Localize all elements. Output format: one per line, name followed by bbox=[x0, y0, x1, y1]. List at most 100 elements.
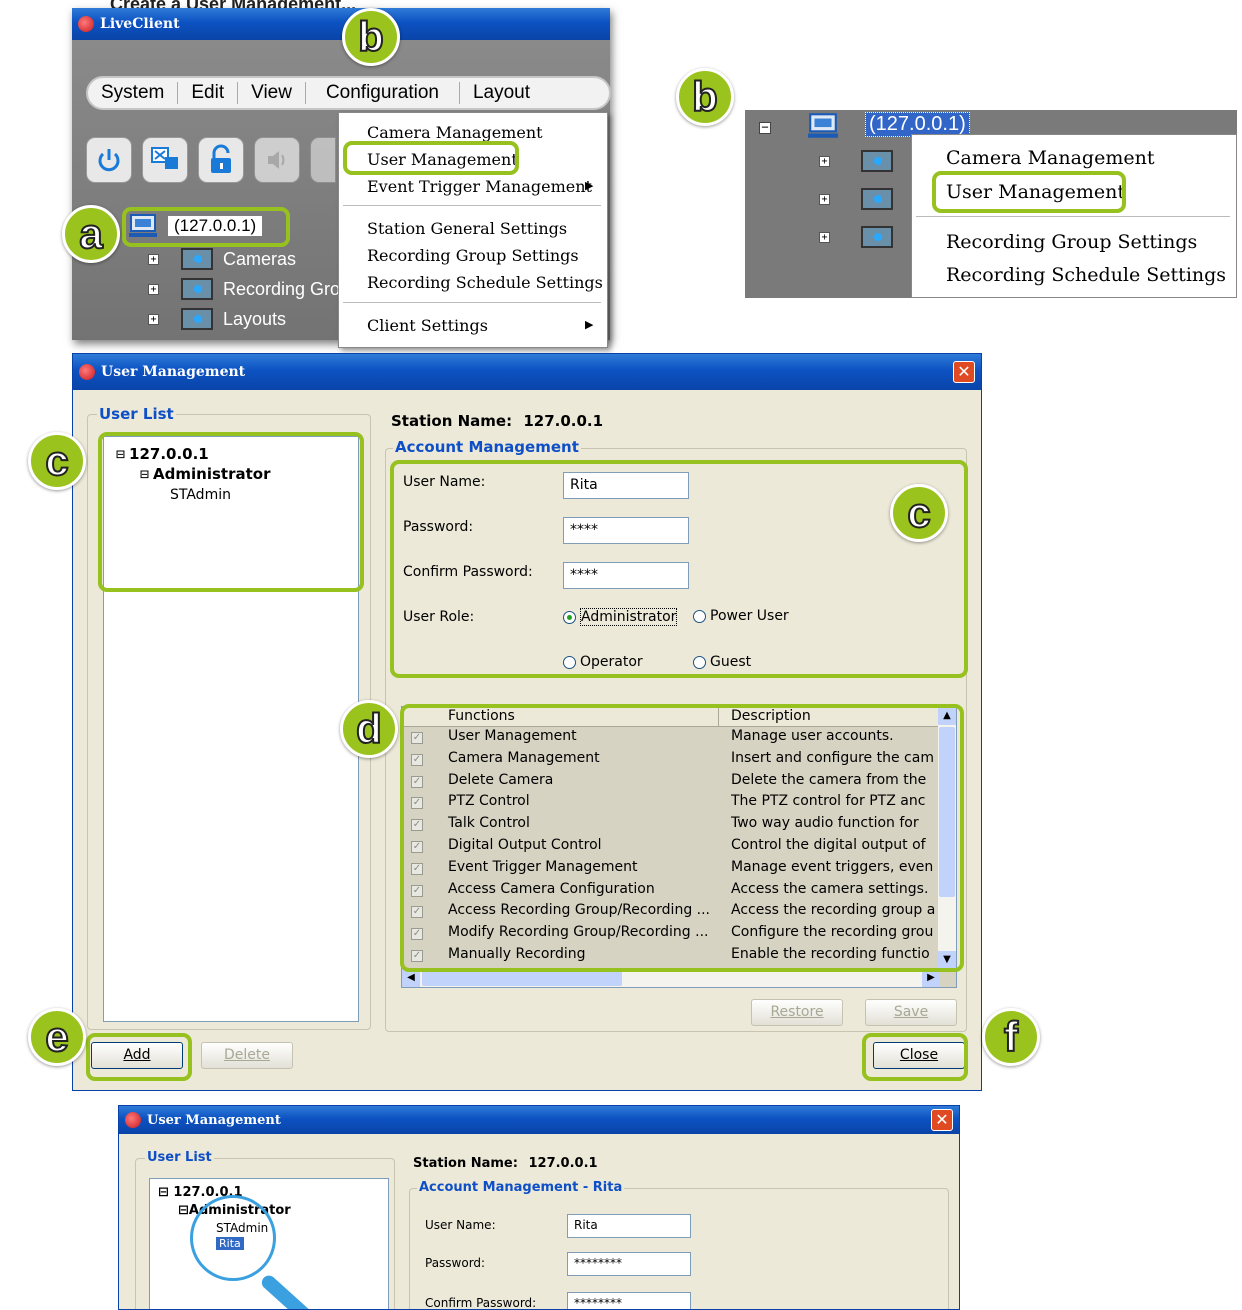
menu-item-camera-management[interactable]: Camera Management bbox=[367, 123, 543, 142]
menu-bar: System Edit View Configuration Layout bbox=[86, 76, 611, 110]
badge-e: e bbox=[28, 1008, 86, 1066]
close-icon[interactable]: ✕ bbox=[953, 361, 975, 383]
liveclient-titlebar: LiveClient bbox=[72, 8, 610, 40]
power-button[interactable] bbox=[86, 137, 132, 183]
highlight-user-tree bbox=[98, 432, 364, 592]
folder-icon bbox=[861, 226, 893, 248]
tree-label: Recording Gro bbox=[223, 278, 341, 299]
station-name-row: Station Name: 127.0.0.1 bbox=[413, 1156, 598, 1171]
account-management-label: Account Management - Rita bbox=[417, 1180, 625, 1195]
submenu-arrow-icon: ▶ bbox=[585, 318, 594, 331]
user-name-label: User Name: bbox=[425, 1218, 496, 1232]
expand-icon[interactable]: + bbox=[819, 194, 830, 205]
submenu-arrow-icon: ▶ bbox=[585, 179, 594, 192]
folder-icon bbox=[861, 188, 893, 210]
folder-icon bbox=[181, 248, 213, 270]
highlight-close bbox=[862, 1033, 968, 1081]
menu-item-recording-group[interactable]: Recording Group Settings bbox=[367, 246, 579, 265]
account-management-label: Account Management bbox=[393, 438, 581, 456]
app-logo-icon bbox=[125, 1112, 141, 1128]
collapse-icon[interactable]: − bbox=[759, 121, 771, 134]
expand-icon[interactable]: + bbox=[819, 232, 830, 243]
menu-item-station-general[interactable]: Station General Settings bbox=[367, 219, 567, 238]
tree-label: Cameras bbox=[223, 248, 297, 269]
confirm-password-label: Confirm Password: bbox=[425, 1296, 537, 1310]
remote-desktop-button[interactable] bbox=[142, 137, 188, 183]
menu-configuration[interactable]: Configuration bbox=[306, 82, 460, 104]
badge-b-right: b bbox=[676, 68, 734, 126]
lock-button[interactable] bbox=[198, 137, 244, 183]
password-label: Password: bbox=[425, 1256, 486, 1270]
folder-icon bbox=[861, 150, 893, 172]
toolbar-button-partial[interactable] bbox=[310, 137, 336, 183]
menu-item-recording-schedule[interactable]: Recording Schedule Settings bbox=[946, 264, 1226, 286]
restore-button[interactable]: Restore bbox=[751, 999, 843, 1026]
station-context-menu: Camera Management User Management Record… bbox=[911, 134, 1237, 298]
station-name-label: Station Name: bbox=[391, 412, 513, 430]
user-name-field[interactable]: Rita bbox=[567, 1214, 691, 1238]
badge-d: d bbox=[340, 700, 398, 758]
badge-a: a bbox=[62, 205, 120, 263]
dialog-title: User Management bbox=[101, 364, 246, 380]
speaker-icon bbox=[268, 151, 285, 169]
scroll-thumb bbox=[422, 970, 622, 986]
tree-item-cameras[interactable]: + Cameras bbox=[148, 248, 296, 270]
close-icon[interactable]: ✕ bbox=[931, 1109, 953, 1131]
lock-icon bbox=[211, 144, 231, 173]
user-list-label: User List bbox=[145, 1150, 214, 1165]
menu-item-camera-management[interactable]: Camera Management bbox=[946, 147, 1154, 169]
menu-item-client-settings[interactable]: Client Settings bbox=[367, 316, 488, 335]
tree-item-recording-groups[interactable]: + Recording Gro bbox=[148, 278, 340, 300]
power-icon bbox=[98, 149, 120, 172]
badge-c-left: c bbox=[28, 432, 86, 490]
save-button[interactable]: Save bbox=[865, 999, 957, 1026]
menu-system[interactable]: System bbox=[88, 82, 179, 104]
app-logo-icon bbox=[78, 16, 94, 32]
window-title: LiveClient bbox=[100, 16, 180, 32]
remote-desktop-icon bbox=[151, 147, 178, 169]
menu-separator bbox=[343, 302, 601, 303]
folder-icon bbox=[181, 308, 213, 330]
station-name-value: 127.0.0.1 bbox=[523, 412, 604, 430]
highlight-station bbox=[122, 207, 290, 247]
menu-separator bbox=[916, 216, 1230, 217]
app-logo-icon bbox=[79, 364, 95, 380]
tree-label: Layouts bbox=[223, 308, 287, 329]
liveclient-window: LiveClient System Edit View Configuratio… bbox=[72, 8, 611, 348]
station-name-label: Station Name: bbox=[413, 1156, 518, 1171]
menu-separator bbox=[343, 205, 601, 206]
highlight-user-management bbox=[343, 141, 519, 175]
dialog-titlebar: User Management ✕ bbox=[73, 354, 981, 390]
menu-item-recording-group[interactable]: Recording Group Settings bbox=[946, 231, 1197, 253]
speaker-button[interactable] bbox=[254, 137, 300, 183]
badge-f: f bbox=[982, 1008, 1040, 1066]
dialog-titlebar: User Management ✕ bbox=[119, 1106, 959, 1134]
page-heading: Create a User Management... bbox=[110, 0, 530, 8]
menu-layout[interactable]: Layout bbox=[460, 82, 543, 104]
station-name-value: 127.0.0.1 bbox=[528, 1156, 598, 1171]
highlight-account-fields bbox=[390, 460, 968, 678]
tree-item-layouts[interactable]: + Layouts bbox=[148, 308, 286, 330]
confirm-password-field[interactable]: ******** bbox=[567, 1292, 691, 1309]
magnifier-handle bbox=[259, 1272, 313, 1309]
menu-view[interactable]: View bbox=[238, 82, 306, 104]
menu-item-event-trigger[interactable]: Event Trigger Management bbox=[367, 177, 592, 196]
badge-b: b bbox=[342, 8, 400, 66]
highlight-functions bbox=[400, 704, 964, 972]
menu-item-recording-schedule[interactable]: Recording Schedule Settings bbox=[367, 273, 603, 292]
station-name-row: Station Name: 127.0.0.1 bbox=[391, 412, 603, 430]
magnifier-icon bbox=[190, 1195, 276, 1281]
dialog-title: User Management bbox=[147, 1112, 281, 1128]
user-list-label: User List bbox=[97, 405, 176, 423]
computer-icon bbox=[808, 113, 838, 138]
delete-button[interactable]: Delete bbox=[201, 1042, 293, 1069]
folder-icon bbox=[181, 278, 213, 300]
highlight-user-management bbox=[932, 171, 1126, 213]
user-management-dialog-after: User Management ✕ User List ⊟ 127.0.0.1 … bbox=[118, 1105, 960, 1310]
highlight-add bbox=[86, 1033, 192, 1081]
password-field[interactable]: ******** bbox=[567, 1252, 691, 1276]
menu-edit[interactable]: Edit bbox=[178, 82, 239, 104]
expand-icon[interactable]: + bbox=[819, 156, 830, 167]
badge-c-right: c bbox=[890, 484, 948, 542]
user-tree[interactable]: ⊟ 127.0.0.1 ⊟Administrator STAdmin Rita bbox=[149, 1178, 389, 1309]
